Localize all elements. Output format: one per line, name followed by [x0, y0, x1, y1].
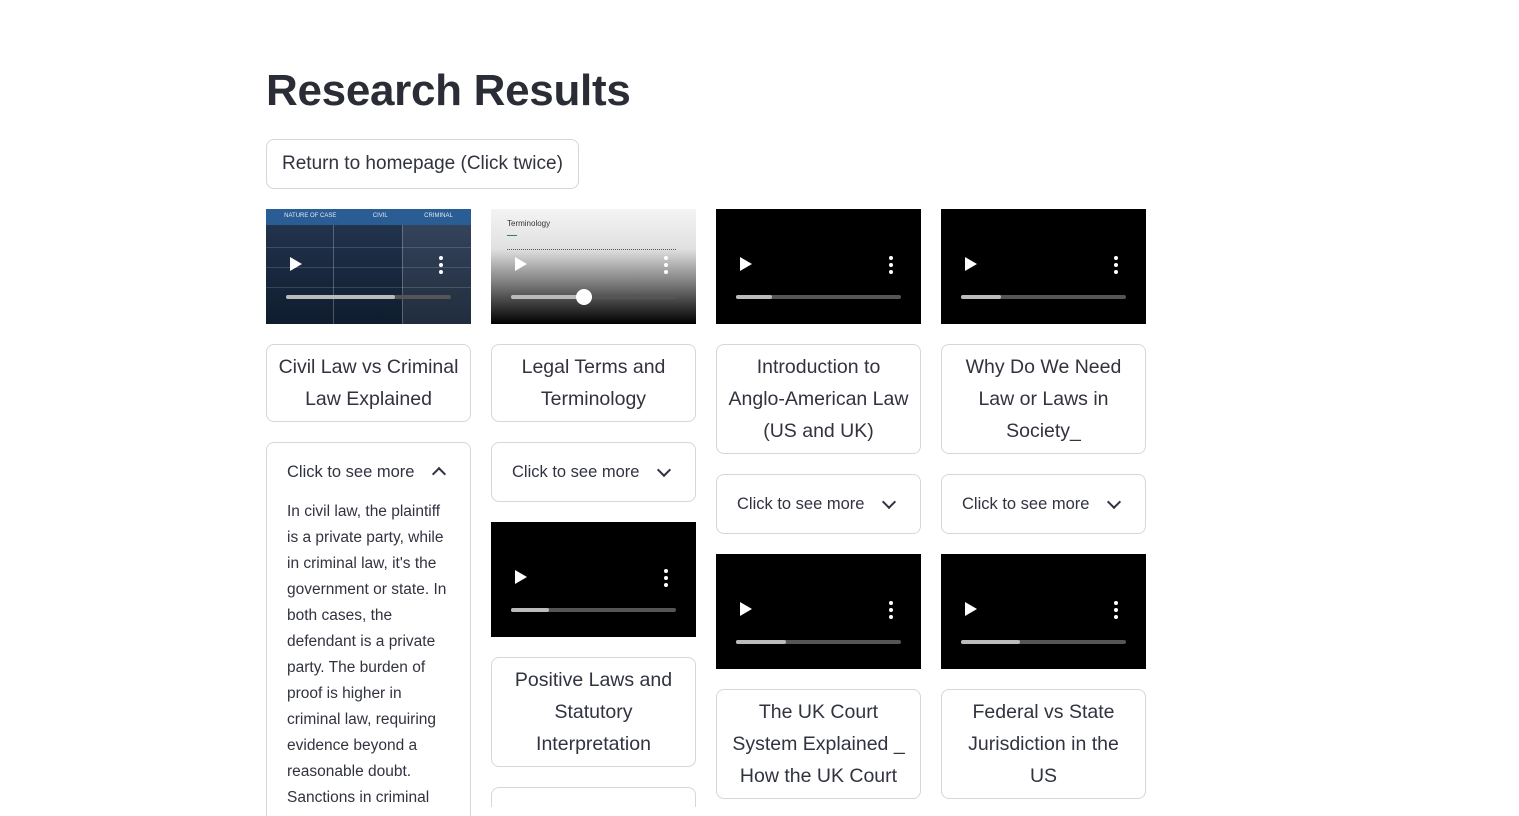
video-title-button[interactable]: Introduction to Anglo-American Law (US a… — [716, 344, 921, 454]
play-icon[interactable] — [740, 257, 752, 271]
details-expander[interactable]: Click to see more In civil law, the plai… — [266, 442, 471, 816]
expander-header[interactable]: Click to see more — [942, 475, 1145, 533]
video-player[interactable] — [716, 554, 921, 669]
video-player[interactable]: NATURE OF CASE CIVIL CRIMINAL — [266, 209, 471, 324]
more-options-icon[interactable] — [1114, 256, 1118, 274]
thumbnail-divider — [333, 225, 334, 324]
chevron-up-icon — [432, 466, 447, 482]
play-icon[interactable] — [965, 602, 977, 616]
expander-header[interactable]: Click to see more — [492, 443, 695, 501]
more-options-icon[interactable] — [439, 256, 443, 274]
video-player[interactable] — [941, 209, 1146, 324]
thumbnail-heading: Terminology — [507, 219, 551, 228]
details-expander[interactable]: Click to see more — [716, 474, 921, 534]
progress-bar[interactable] — [286, 295, 451, 299]
thumbnail-divider — [266, 287, 471, 288]
video-title-button[interactable]: Federal vs State Jurisdiction in the US — [941, 689, 1146, 799]
thumbnail-table-header: NATURE OF CASE CIVIL CRIMINAL — [266, 213, 471, 219]
expander-label: Click to see more — [287, 462, 415, 481]
page: Research Results Return to homepage (Cli… — [0, 0, 1519, 816]
video-title-button[interactable]: Positive Laws and Statutory Interpretati… — [491, 657, 696, 767]
progress-fill — [511, 295, 584, 299]
progress-fill — [961, 640, 1021, 644]
progress-fill — [961, 295, 1001, 299]
chevron-down-icon — [1107, 494, 1122, 509]
play-icon[interactable] — [290, 257, 302, 271]
progress-bar[interactable] — [736, 640, 901, 644]
expander-label: Click to see more — [512, 462, 640, 481]
thumbnail-header-cell: CRIMINAL — [424, 213, 453, 219]
result-column-4: Why Do We Need Law or Laws in Society_ C… — [941, 209, 1146, 816]
video-player[interactable] — [716, 209, 921, 324]
play-icon[interactable] — [515, 570, 527, 584]
expander-header[interactable]: Click to see more — [267, 443, 470, 501]
result-column-2: Terminology Legal Terms and Terminology … — [491, 209, 696, 816]
thumbnail-divider — [266, 247, 471, 248]
details-expander[interactable]: Click to see more — [491, 442, 696, 502]
expander-label: Click to see more — [962, 494, 1090, 513]
progress-knob[interactable] — [575, 289, 592, 305]
details-expander[interactable]: Click to see more — [941, 474, 1146, 534]
chevron-down-icon — [882, 494, 897, 509]
progress-bar[interactable] — [961, 640, 1126, 644]
more-options-icon[interactable] — [664, 569, 668, 587]
video-player[interactable]: Terminology — [491, 209, 696, 324]
more-options-icon[interactable] — [889, 256, 893, 274]
play-icon[interactable] — [740, 602, 752, 616]
result-column-3: Introduction to Anglo-American Law (US a… — [716, 209, 921, 816]
progress-bar[interactable] — [511, 608, 676, 612]
video-title-button[interactable]: The UK Court System Explained _ How the … — [716, 689, 921, 799]
progress-bar[interactable] — [736, 295, 901, 299]
progress-bar[interactable] — [511, 289, 676, 305]
page-title: Research Results — [266, 66, 631, 115]
video-title-button[interactable]: Why Do We Need Law or Laws in Society_ — [941, 344, 1146, 454]
thumbnail-header-cell: NATURE OF CASE — [284, 213, 337, 219]
chevron-down-icon — [657, 462, 672, 477]
more-options-icon[interactable] — [664, 256, 668, 274]
more-options-icon[interactable] — [889, 601, 893, 619]
play-icon[interactable] — [515, 257, 527, 271]
video-title-button[interactable]: Legal Terms and Terminology — [491, 344, 696, 422]
progress-fill — [736, 295, 773, 299]
progress-bar[interactable] — [961, 295, 1126, 299]
thumbnail-divider — [507, 249, 676, 254]
details-expander[interactable] — [491, 787, 696, 807]
video-player[interactable] — [491, 522, 696, 637]
video-player[interactable] — [941, 554, 1146, 669]
result-column-1: NATURE OF CASE CIVIL CRIMINAL Civil Law … — [266, 209, 471, 816]
progress-fill — [286, 295, 395, 299]
play-icon[interactable] — [965, 257, 977, 271]
expander-label: Click to see more — [737, 494, 865, 513]
thumbnail-divider — [402, 225, 471, 324]
thumbnail-header-cell: CIVIL — [372, 213, 388, 219]
return-home-button[interactable]: Return to homepage (Click twice) — [266, 139, 579, 189]
more-options-icon[interactable] — [1114, 601, 1118, 619]
expander-content: In civil law, the plaintiff is a private… — [287, 503, 447, 806]
progress-fill — [511, 608, 549, 612]
progress-fill — [736, 640, 786, 644]
thumbnail-divider — [507, 235, 517, 236]
expander-header[interactable]: Click to see more — [717, 475, 920, 533]
video-title-button[interactable]: Civil Law vs Criminal Law Explained — [266, 344, 471, 422]
